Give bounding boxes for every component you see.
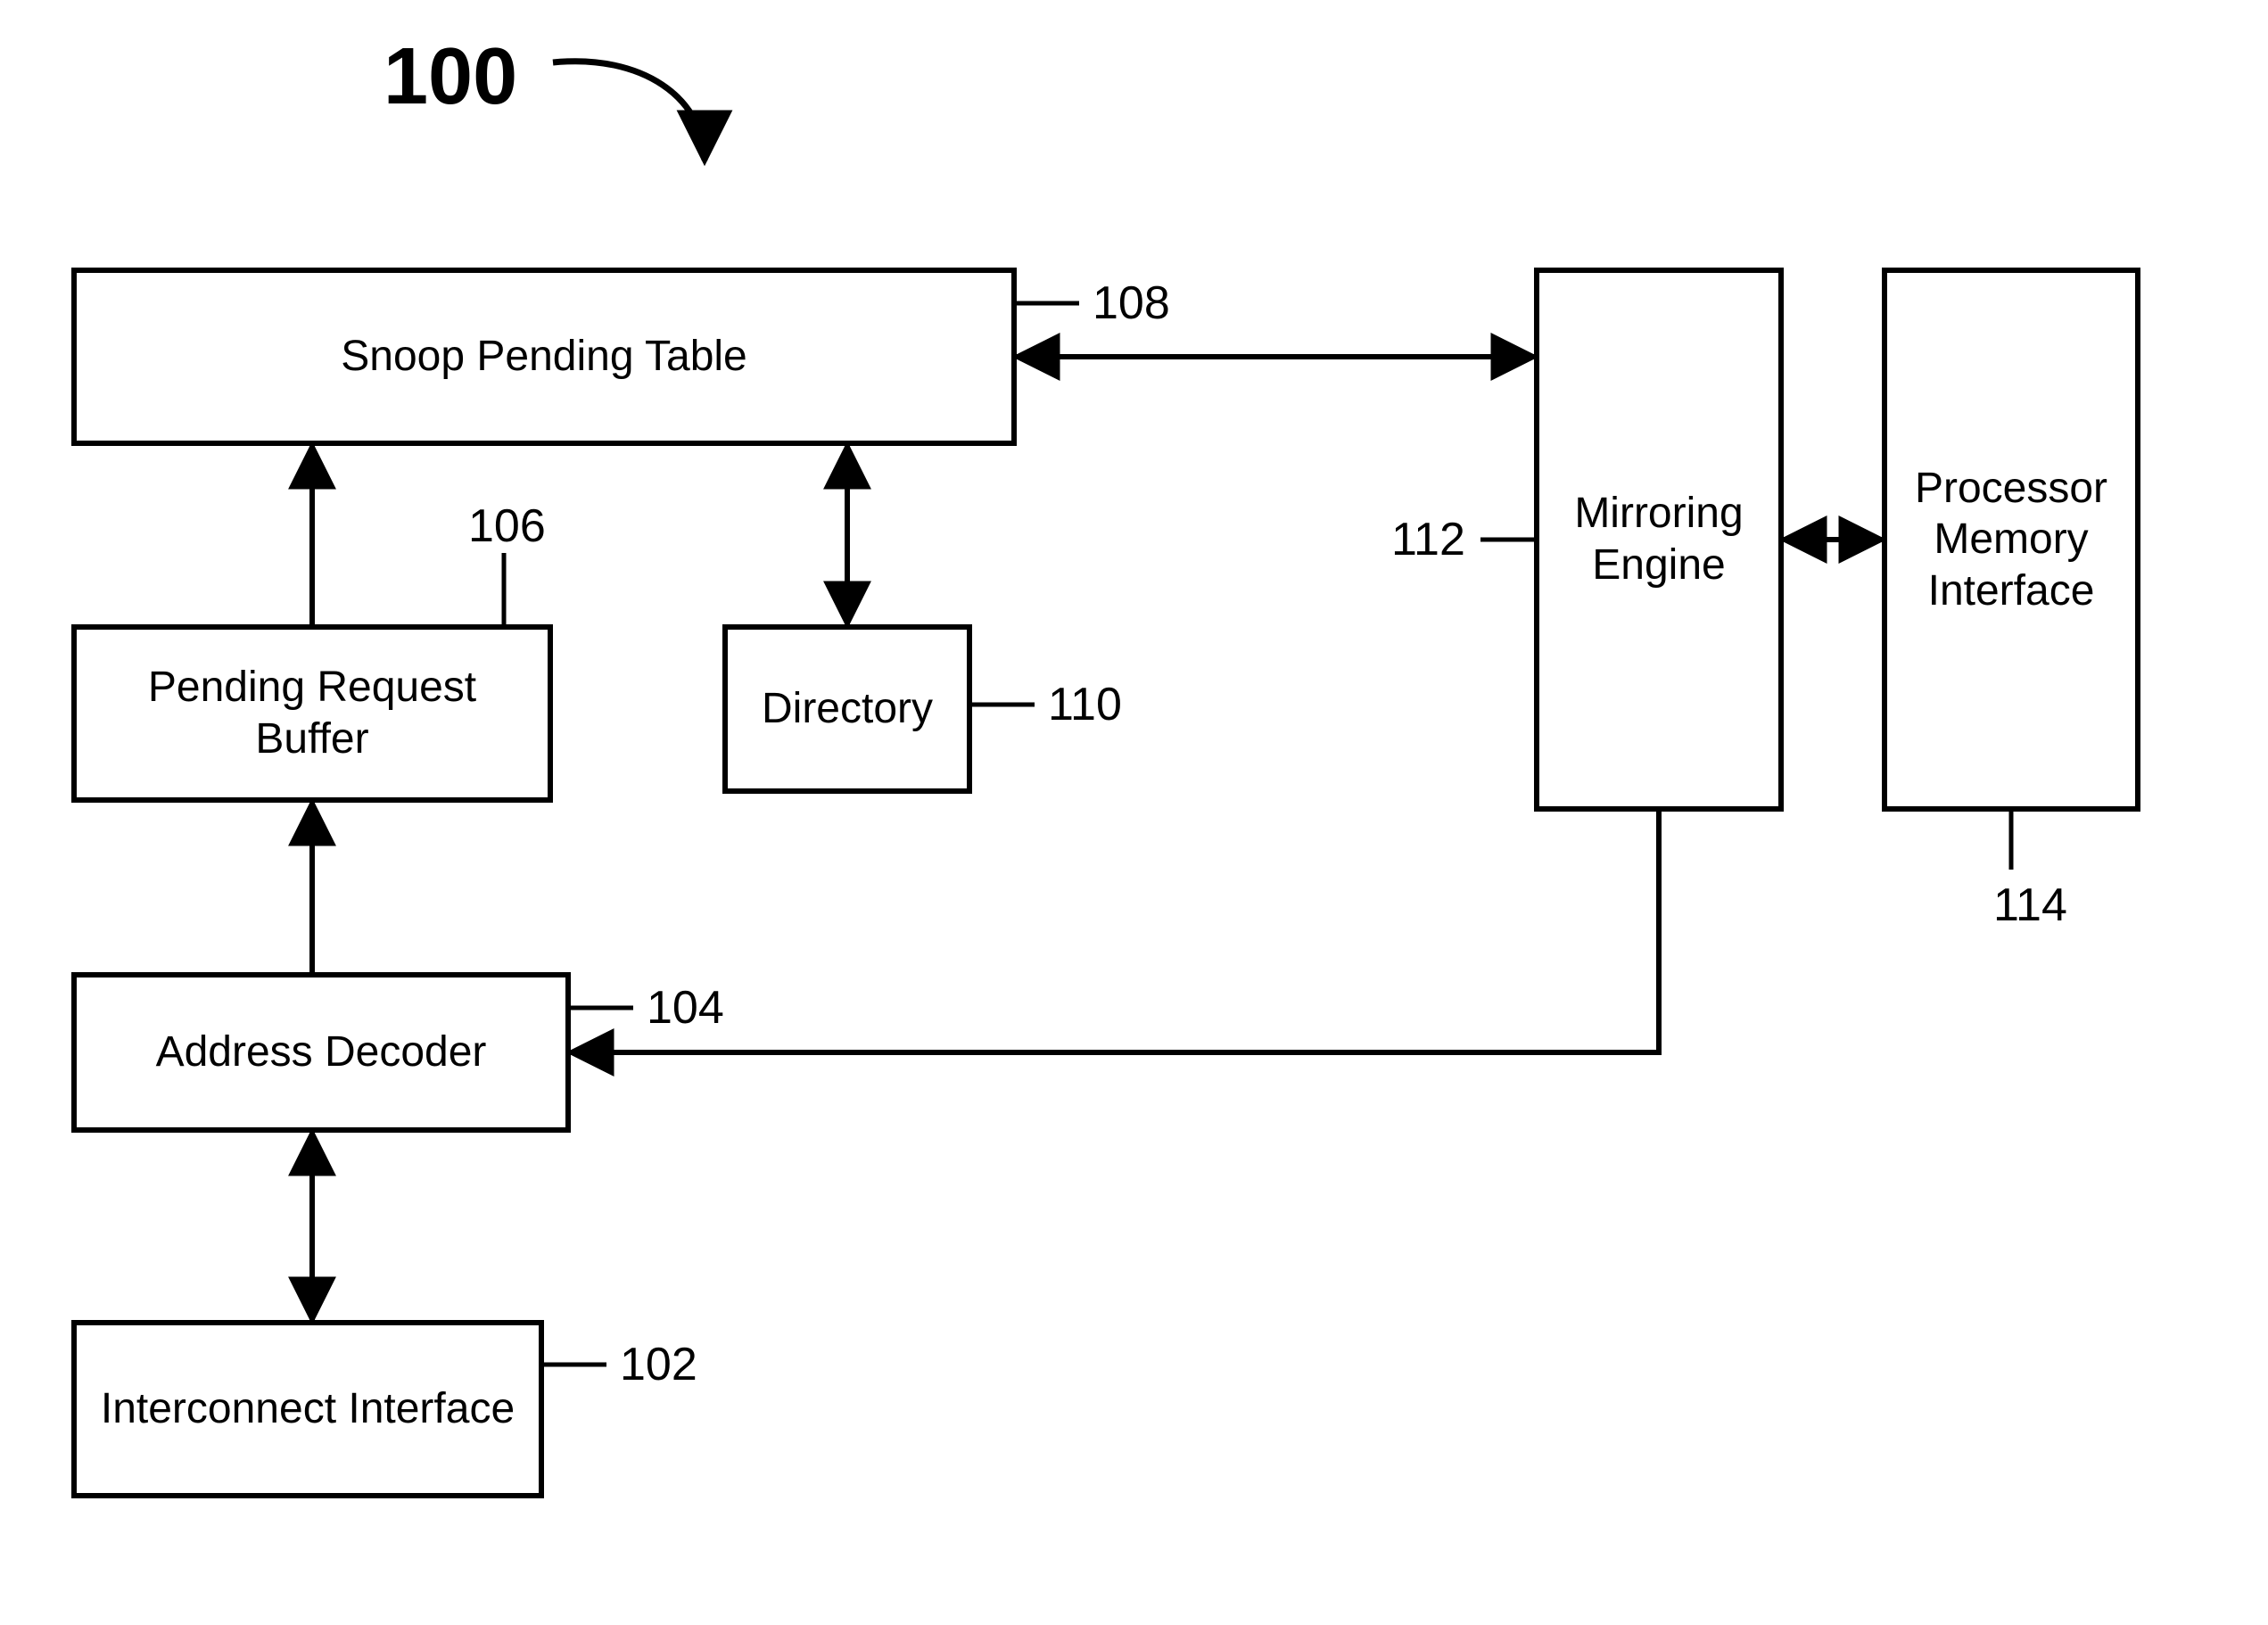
block-address-decoder: Address Decoder <box>71 972 571 1133</box>
ref-102: 102 <box>620 1338 697 1391</box>
conn-mirroring-decoder <box>571 812 1659 1052</box>
block-processor-memory-interface: Processor Memory Interface <box>1882 268 2140 812</box>
block-label: Address Decoder <box>156 1027 487 1078</box>
block-directory: Directory <box>722 624 972 794</box>
ref-104: 104 <box>647 981 724 1035</box>
diagram-canvas: 100 Snoop Pending Table Pending Request … <box>0 0 2268 1625</box>
block-label: Mirroring Engine <box>1548 488 1769 590</box>
ref-114: 114 <box>1993 878 2067 932</box>
block-label: Snoop Pending Table <box>341 331 747 383</box>
block-label: Processor Memory Interface <box>1896 463 2126 617</box>
ref-112: 112 <box>1391 513 1465 566</box>
ref-106: 106 <box>468 499 546 553</box>
ref-110: 110 <box>1048 678 1122 731</box>
block-mirroring-engine: Mirroring Engine <box>1534 268 1784 812</box>
ref-108: 108 <box>1093 276 1170 330</box>
block-snoop-pending-table: Snoop Pending Table <box>71 268 1017 446</box>
title-arrow <box>553 62 705 161</box>
block-label: Pending Request Buffer <box>86 662 539 764</box>
diagram-title: 100 <box>383 31 517 123</box>
block-label: Directory <box>762 683 933 735</box>
block-interconnect-interface: Interconnect Interface <box>71 1320 544 1498</box>
block-pending-request-buffer: Pending Request Buffer <box>71 624 553 803</box>
block-label: Interconnect Interface <box>101 1383 515 1435</box>
